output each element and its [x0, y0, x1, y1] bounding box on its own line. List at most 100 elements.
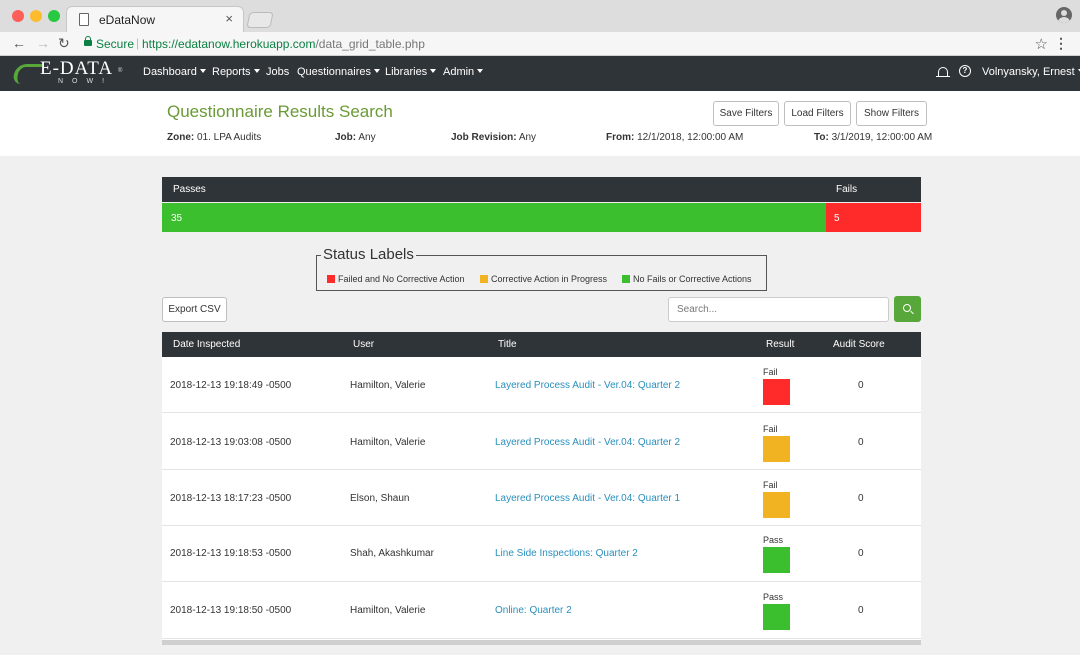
date-cell: 2018-12-13 19:18:50 -0500 — [170, 605, 291, 616]
fails-count: 5 — [834, 213, 840, 224]
bookmark-star-icon[interactable]: ☆ — [1035, 35, 1048, 53]
nav-questionnaires-label: Questionnaires — [297, 66, 371, 78]
search-input[interactable] — [668, 297, 889, 322]
result-status-swatch — [763, 436, 790, 462]
date-cell: 2018-12-13 19:18:53 -0500 — [170, 548, 291, 559]
new-tab-button[interactable] — [246, 12, 273, 28]
export-csv-button[interactable]: Export CSV — [162, 297, 227, 322]
column-header-user[interactable]: User — [353, 339, 374, 350]
audit-score-cell: 0 — [858, 437, 864, 448]
nav-jobs[interactable]: Jobs — [266, 66, 289, 78]
url-field[interactable]: https://edatanow.herokuapp.com/data_grid… — [142, 37, 425, 51]
user-cell: Elson, Shaun — [350, 493, 410, 504]
browser-menu-icon[interactable]: ⋮ — [1054, 35, 1068, 52]
show-filters-button[interactable]: Show Filters — [856, 101, 927, 126]
to-criterion: To: 3/1/2019, 12:00:00 AM — [814, 132, 932, 143]
pass-fail-bar: 35 5 — [162, 203, 921, 232]
legend-swatch — [622, 275, 630, 283]
job-criterion: Job: Any — [335, 132, 376, 143]
title-link[interactable]: Layered Process Audit - Ver.04: Quarter … — [495, 380, 680, 391]
audit-score-cell: 0 — [858, 605, 864, 616]
user-cell: Hamilton, Valerie — [350, 605, 425, 616]
nav-admin-label: Admin — [443, 66, 474, 78]
nav-dashboard-label: Dashboard — [143, 66, 197, 78]
nav-admin[interactable]: Admin — [443, 66, 483, 78]
load-filters-button[interactable]: Load Filters — [784, 101, 851, 126]
fails-bar-segment: 5 — [826, 203, 921, 232]
lock-icon — [84, 40, 92, 46]
column-header-date[interactable]: Date Inspected — [173, 339, 240, 350]
user-cell: Shah, Akashkumar — [350, 548, 434, 559]
nav-jobs-label: Jobs — [266, 66, 289, 78]
date-cell: 2018-12-13 18:17:23 -0500 — [170, 493, 291, 504]
title-link[interactable]: Line Side Inspections: Quarter 2 — [495, 548, 638, 559]
nav-dashboard[interactable]: Dashboard — [143, 66, 206, 78]
table-horizontal-scrollbar[interactable] — [162, 640, 921, 645]
column-header-result[interactable]: Result — [766, 339, 794, 350]
date-cell: 2018-12-13 19:18:49 -0500 — [170, 380, 291, 391]
column-header-title[interactable]: Title — [498, 339, 517, 350]
minimize-window-button[interactable] — [30, 10, 42, 22]
nav-questionnaires[interactable]: Questionnaires — [297, 66, 380, 78]
forward-arrow-icon[interactable]: → — [36, 35, 50, 51]
user-menu[interactable]: Volnyansky, Ernest — [982, 66, 1080, 78]
chevron-down-icon — [430, 69, 436, 73]
result-status-swatch — [763, 492, 790, 518]
result-text: Fail — [763, 480, 778, 490]
legend-swatch — [327, 275, 335, 283]
zone-label: Zone: — [167, 132, 194, 143]
title-link[interactable]: Online: Quarter 2 — [495, 605, 572, 616]
to-value: 3/1/2019, 12:00:00 AM — [832, 132, 933, 143]
profile-icon[interactable] — [1056, 7, 1072, 23]
result-status-swatch — [763, 604, 790, 630]
close-window-button[interactable] — [12, 10, 24, 22]
chevron-down-icon — [254, 69, 260, 73]
close-tab-icon[interactable]: × — [225, 11, 233, 26]
app-navbar: E-DATA ® NOW! Dashboard Reports Jobs Que… — [0, 56, 1080, 91]
results-table-body: 2018-12-13 19:18:49 -0500 Hamilton, Vale… — [162, 357, 921, 640]
help-icon[interactable]: ? — [959, 65, 971, 77]
table-row: 2018-12-13 19:18:49 -0500 Hamilton, Vale… — [162, 357, 921, 413]
job-label: Job: — [335, 132, 356, 143]
url-separator: | — [136, 36, 139, 50]
bell-icon[interactable] — [938, 67, 948, 77]
page-icon — [79, 13, 89, 26]
maximize-window-button[interactable] — [48, 10, 60, 22]
title-link[interactable]: Layered Process Audit - Ver.04: Quarter … — [495, 437, 680, 448]
nav-libraries-label: Libraries — [385, 66, 427, 78]
job-revision-criterion: Job Revision: Any — [451, 132, 536, 143]
tab-title: eDataNow — [99, 13, 155, 27]
audit-score-cell: 0 — [858, 380, 864, 391]
legend-label: Corrective Action in Progress — [491, 274, 607, 284]
result-text: Fail — [763, 367, 778, 377]
result-text: Fail — [763, 424, 778, 434]
audit-score-cell: 0 — [858, 548, 864, 559]
from-label: From: — [606, 132, 634, 143]
table-row: 2018-12-13 18:17:23 -0500 Elson, Shaun L… — [162, 470, 921, 526]
nav-reports[interactable]: Reports — [212, 66, 260, 78]
user-cell: Hamilton, Valerie — [350, 437, 425, 448]
reload-icon[interactable]: ↻ — [58, 35, 70, 52]
chevron-down-icon — [374, 69, 380, 73]
legend-label: No Fails or Corrective Actions — [633, 274, 752, 284]
search-button[interactable] — [894, 296, 921, 322]
legend-corrective-in-progress: Corrective Action in Progress — [480, 274, 607, 284]
legend-label: Failed and No Corrective Action — [338, 274, 465, 284]
result-text: Pass — [763, 592, 783, 602]
result-text: Pass — [763, 535, 783, 545]
chevron-down-icon — [200, 69, 206, 73]
job-revision-value: Any — [519, 132, 536, 143]
title-link[interactable]: Layered Process Audit - Ver.04: Quarter … — [495, 493, 680, 504]
edata-now-logo[interactable]: E-DATA ® NOW! — [14, 58, 130, 89]
save-filters-button[interactable]: Save Filters — [713, 101, 779, 126]
logo-sub-text: NOW! — [58, 78, 113, 85]
browser-tab[interactable]: eDataNow × — [66, 6, 244, 32]
nav-libraries[interactable]: Libraries — [385, 66, 436, 78]
column-header-audit-score[interactable]: Audit Score — [833, 339, 885, 350]
result-status-swatch — [763, 379, 790, 405]
page-title: Questionnaire Results Search — [167, 102, 393, 122]
back-arrow-icon[interactable]: ← — [12, 35, 26, 51]
date-cell: 2018-12-13 19:03:08 -0500 — [170, 437, 291, 448]
from-criterion: From: 12/1/2018, 12:00:00 AM — [606, 132, 743, 143]
legend-failed-no-action: Failed and No Corrective Action — [327, 274, 465, 284]
